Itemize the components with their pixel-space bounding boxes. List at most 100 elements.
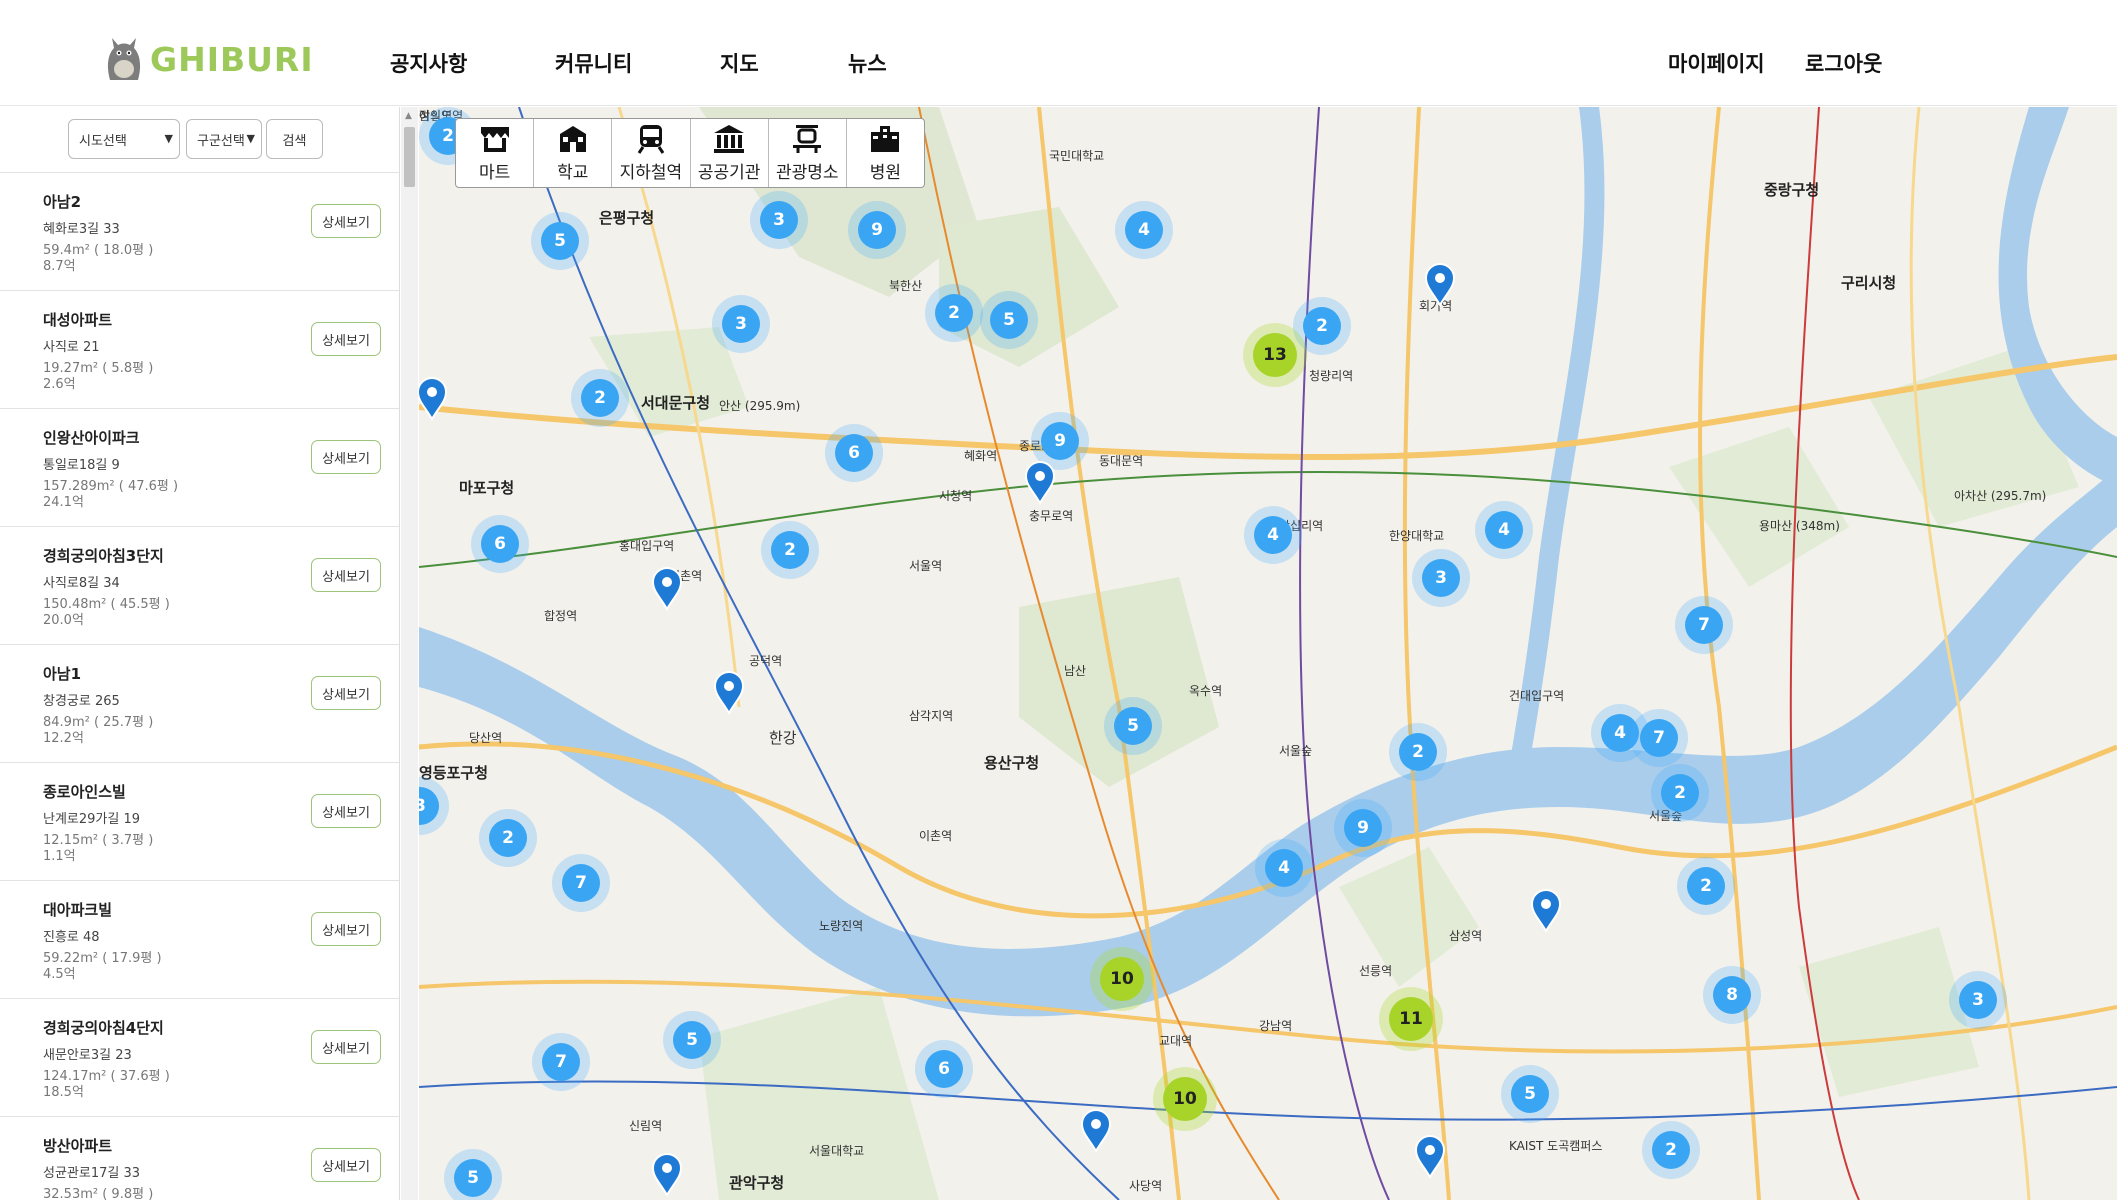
cluster-marker[interactable]: 9 (1334, 799, 1392, 857)
cluster-marker[interactable]: 6 (825, 424, 883, 482)
cluster-marker[interactable]: 4 (1475, 501, 1533, 559)
cluster-marker[interactable]: 3 (1949, 971, 2007, 1029)
cluster-marker[interactable]: 11 (1379, 987, 1443, 1051)
cluster-marker[interactable]: 5 (663, 1011, 721, 1069)
cluster-marker[interactable]: 7 (1675, 596, 1733, 654)
cluster-marker[interactable]: 4 (1115, 201, 1173, 259)
category-school[interactable]: 학교 (534, 119, 613, 187)
cluster-marker[interactable]: 2 (1677, 857, 1735, 915)
sido-select[interactable]: 시도선택 ▼ (68, 119, 180, 159)
scrollbar-thumb[interactable] (404, 127, 415, 187)
cluster-marker[interactable]: 5 (1501, 1065, 1559, 1123)
cluster-marker[interactable]: 6 (471, 515, 529, 573)
cluster-count: 7 (1640, 719, 1678, 757)
cluster-marker[interactable]: 3 (1412, 549, 1470, 607)
location-pin-icon[interactable] (650, 567, 684, 611)
cluster-marker[interactable]: 2 (571, 369, 629, 427)
map-label: 노량진역 (819, 919, 864, 933)
category-tourism[interactable]: 관광명소 (769, 119, 847, 187)
cluster-marker[interactable]: 2 (761, 521, 819, 579)
cluster-marker[interactable]: 8 (1703, 966, 1761, 1024)
nav-map[interactable]: 지도 (720, 48, 759, 78)
cluster-marker[interactable]: 7 (532, 1033, 590, 1091)
listing-item[interactable]: 종로아인스빌 난계로29가길 19 12.15m² ( 3.7평 ) 1.1억 … (0, 763, 399, 881)
cluster-marker[interactable]: 4 (1255, 839, 1313, 897)
nav-mypage[interactable]: 마이페이지 (1668, 48, 1765, 78)
listing-item[interactable]: 아남1 창경궁로 265 84.9m² ( 25.7평 ) 12.2억 상세보기 (0, 645, 399, 763)
detail-button[interactable]: 상세보기 (311, 440, 381, 474)
cluster-count: 7 (542, 1043, 580, 1081)
cluster-marker[interactable]: 10 (1090, 947, 1154, 1011)
location-pin-icon[interactable] (1423, 263, 1457, 307)
cluster-count: 2 (1661, 774, 1699, 812)
cluster-marker[interactable]: 7 (552, 854, 610, 912)
location-pin-icon[interactable] (650, 1153, 684, 1197)
detail-button[interactable]: 상세보기 (311, 322, 381, 356)
listing-price: 1.1억 (43, 849, 76, 864)
location-pin-icon[interactable] (1023, 461, 1057, 505)
category-mart[interactable]: 마트 (456, 119, 535, 187)
cluster-marker[interactable]: 6 (915, 1040, 973, 1098)
cluster-marker[interactable]: 3 (712, 295, 770, 353)
scroll-up-icon[interactable]: ▲ (405, 111, 412, 121)
cluster-count: 7 (1685, 606, 1723, 644)
cluster-count: 13 (1253, 333, 1297, 377)
category-subway[interactable]: 지하철역 (612, 119, 691, 187)
cluster-marker[interactable]: 5 (444, 1149, 502, 1200)
location-pin-icon[interactable] (419, 377, 449, 421)
nav-community[interactable]: 커뮤니티 (555, 48, 632, 78)
listing-item[interactable]: 대성아파트 사직로 21 19.27m² ( 5.8평 ) 2.6억 상세보기 (0, 291, 399, 409)
cluster-marker[interactable]: 3 (750, 191, 808, 249)
cluster-marker[interactable]: 13 (1243, 323, 1307, 387)
nav-notice[interactable]: 공지사항 (390, 48, 467, 78)
listing-item[interactable]: 대아파크빌 진흥로 48 59.22m² ( 17.9평 ) 4.5억 상세보기 (0, 881, 399, 999)
location-pin-icon[interactable] (1079, 1109, 1113, 1153)
map-label: 안산 (295.9m) (719, 399, 801, 413)
cluster-marker[interactable]: 2 (1651, 764, 1709, 822)
location-pin-icon[interactable] (1413, 1135, 1447, 1179)
cluster-marker[interactable]: 2 (925, 284, 983, 342)
listing-item[interactable]: 아남2 혜화로3길 33 59.4m² ( 18.0평 ) 8.7억 상세보기 (0, 173, 399, 291)
store-icon (480, 127, 509, 152)
cluster-marker[interactable]: 4 (1244, 506, 1302, 564)
logo[interactable]: GHIBURI (100, 36, 314, 82)
listing-address: 창경궁로 265 (43, 694, 120, 709)
location-pin-icon[interactable] (712, 671, 746, 715)
nav-logout[interactable]: 로그아웃 (1805, 48, 1882, 78)
map-label: 용마산 (348m) (1759, 519, 1840, 533)
detail-button[interactable]: 상세보기 (311, 794, 381, 828)
cluster-count: 3 (419, 787, 439, 825)
cluster-marker[interactable]: 5 (1104, 697, 1162, 755)
detail-button[interactable]: 상세보기 (311, 912, 381, 946)
cluster-marker[interactable]: 10 (1153, 1067, 1217, 1131)
category-hospital[interactable]: 병원 (847, 119, 924, 187)
cluster-marker[interactable]: 2 (479, 809, 537, 867)
map-label: 충무로역 (1029, 509, 1074, 523)
cluster-count: 6 (481, 525, 519, 563)
top-header: GHIBURI 공지사항 커뮤니티 지도 뉴스 마이페이지 로그아웃 (0, 0, 2117, 106)
detail-button[interactable]: 상세보기 (311, 1030, 381, 1064)
search-button[interactable]: 검색 (266, 119, 323, 159)
category-public-office[interactable]: 공공기관 (691, 119, 769, 187)
detail-button[interactable]: 상세보기 (311, 558, 381, 592)
detail-button[interactable]: 상세보기 (311, 1148, 381, 1182)
listing-item[interactable]: 경희궁의아침3단지 사직로8길 34 150.48m² ( 45.5평 ) 20… (0, 527, 399, 645)
listing-item[interactable]: 방산아파트 성균관로17길 33 32.53m² ( 9.8평 ) 상세보기 (0, 1117, 399, 1200)
listing-name: 경희궁의아침3단지 (43, 547, 164, 565)
cluster-marker[interactable]: 2 (1389, 723, 1447, 781)
map-view[interactable]: 은평구청 서대문구청 마포구청 용산구청 영등포구청 중랑구청 구리시청 관악구… (419, 107, 2117, 1200)
sidebar-scrollbar[interactable]: ▲ (401, 107, 418, 1200)
cluster-marker[interactable]: 5 (531, 212, 589, 270)
cluster-marker[interactable]: 9 (848, 201, 906, 259)
nav-news[interactable]: 뉴스 (848, 48, 887, 78)
location-pin-icon[interactable] (1529, 889, 1563, 933)
listing-address: 사직로 21 (43, 340, 100, 355)
detail-button[interactable]: 상세보기 (311, 204, 381, 238)
cluster-marker[interactable]: 5 (980, 291, 1038, 349)
cluster-marker[interactable]: 7 (1630, 709, 1688, 767)
cluster-marker[interactable]: 2 (1642, 1121, 1700, 1179)
listing-item[interactable]: 인왕산아이파크 통일로18길 9 157.289m² ( 47.6평 ) 24.… (0, 409, 399, 527)
detail-button[interactable]: 상세보기 (311, 676, 381, 710)
gugun-select[interactable]: 구군선택 ▼ (186, 119, 262, 159)
listing-item[interactable]: 경희궁의아침4단지 새문안로3길 23 124.17m² ( 37.6평 ) 1… (0, 999, 399, 1117)
